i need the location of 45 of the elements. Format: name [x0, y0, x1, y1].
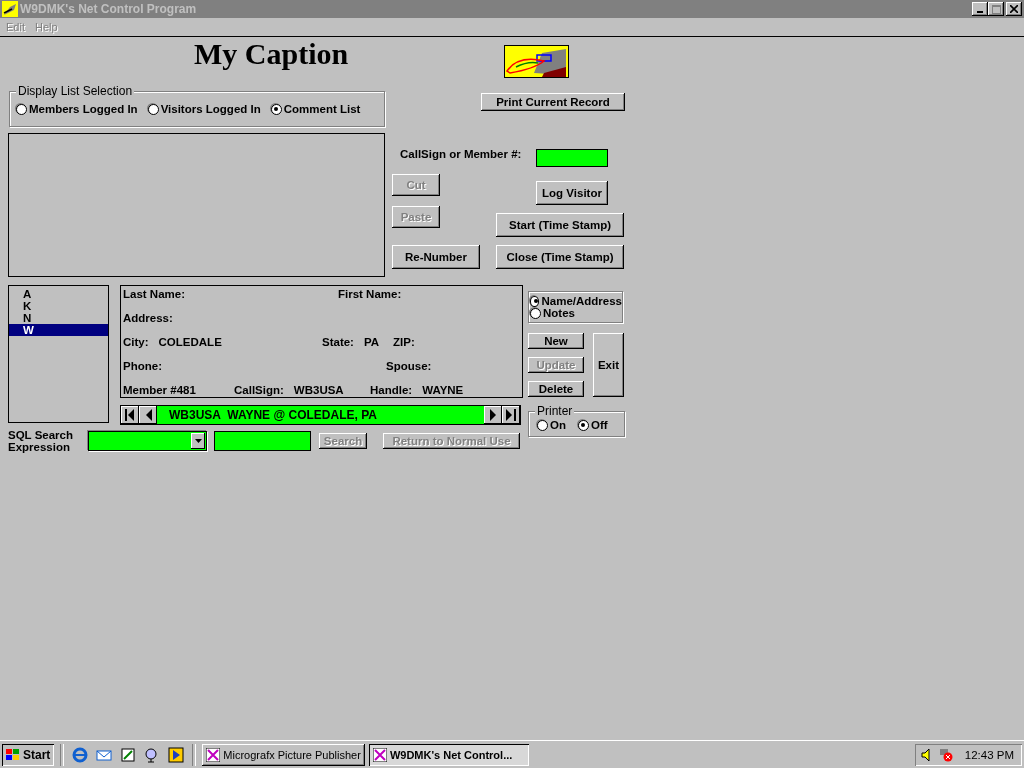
field-value: PA	[363, 336, 380, 348]
printer-option-radio[interactable]: On	[537, 419, 566, 431]
letter-item[interactable]: N	[9, 312, 108, 324]
letter-item[interactable]: A	[9, 288, 108, 300]
field-label: CallSign:	[234, 384, 284, 396]
sql-search-label: SQL Search Expression	[8, 429, 74, 453]
field-value: WAYNE	[422, 384, 464, 396]
field-label: City:	[123, 336, 149, 348]
view-option-radio[interactable]: Notes	[530, 307, 622, 319]
list-option-radio[interactable]: Comment List	[270, 103, 361, 115]
field-label: State:	[322, 336, 354, 348]
record-button[interactable]: Exit	[593, 333, 624, 397]
field-label: ZIP:	[393, 336, 415, 348]
caption-heading: My Caption	[194, 37, 349, 71]
record-button[interactable]: Delete	[528, 381, 584, 397]
taskbar-task[interactable]: W9DMK's Net Control...	[368, 743, 529, 766]
window-title: W9DMK's Net Control Program	[20, 2, 197, 16]
action-button[interactable]: Log Visitor	[536, 181, 608, 205]
action-button[interactable]: Close (Time Stamp)	[496, 245, 624, 269]
field-label: Handle:	[370, 384, 413, 396]
list-option-radio[interactable]: Visitors Logged In	[147, 103, 261, 115]
frame-label: Display List Selection	[16, 84, 135, 98]
field-value: COLEDALE	[158, 336, 222, 348]
action-button[interactable]: Start (Time Stamp)	[496, 213, 624, 237]
letter-item[interactable]: K	[9, 300, 108, 312]
printer-option-radio[interactable]: Off	[578, 419, 608, 431]
frame-label: Printer	[535, 404, 575, 418]
field-label: Phone:	[123, 360, 162, 372]
callsign-label: CallSign or Member #:	[400, 148, 522, 160]
field-label: First Name:	[338, 288, 402, 300]
record-navigator: WB3USA WAYNE @ COLEDALE, PA	[157, 406, 484, 424]
field-label: Address:	[123, 312, 173, 324]
field-label: Last Name:	[123, 288, 185, 300]
clock: 12:43 PM	[964, 748, 1014, 761]
field-label: Spouse:	[386, 360, 432, 372]
view-option-radio[interactable]: Name/Address	[530, 295, 622, 307]
list-option-radio[interactable]: Members Logged In	[16, 103, 138, 115]
taskbar-task[interactable]: Micrografx Picture Publisher	[202, 743, 365, 766]
field-label: Member #481	[123, 384, 196, 396]
print-button[interactable]: Print Current Record	[481, 93, 625, 111]
action-button[interactable]: Re-Number	[392, 245, 480, 269]
letter-item[interactable]: W	[9, 324, 108, 336]
start-button[interactable]: Start	[2, 743, 55, 766]
record-button[interactable]: New	[528, 333, 584, 349]
field-value: WB3USA	[293, 384, 344, 396]
